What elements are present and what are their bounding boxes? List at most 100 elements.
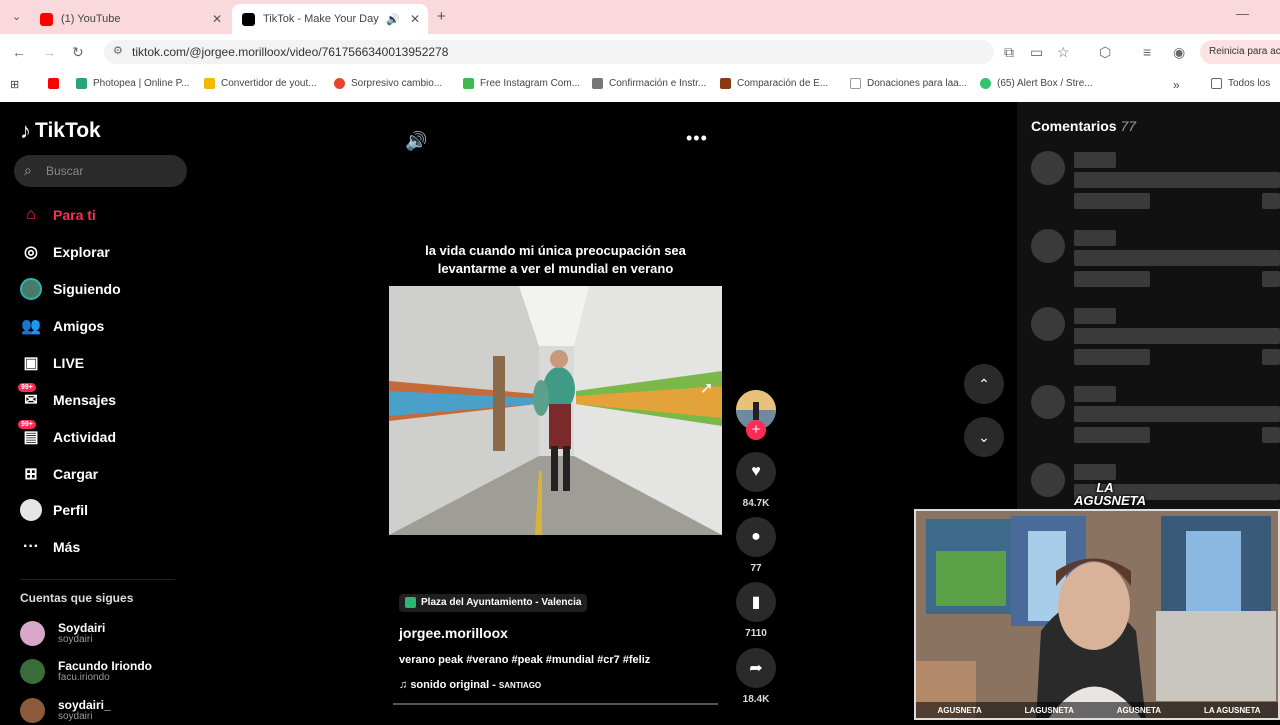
- profile-icon[interactable]: ◉: [1173, 44, 1185, 61]
- search-placeholder: Buscar: [46, 164, 84, 178]
- nav-mensajes[interactable]: ✉ 99+ Mensajes: [18, 383, 200, 413]
- bookmark-item[interactable]: Donaciones para laa...: [850, 78, 967, 89]
- more-options-icon[interactable]: •••: [686, 128, 708, 149]
- comment-skeleton-line: [1074, 464, 1116, 480]
- comment-skeleton-line: [1074, 152, 1116, 168]
- all-bookmarks[interactable]: Todos los: [1211, 78, 1270, 89]
- media-icon[interactable]: ≡: [1143, 44, 1151, 60]
- streamer-brand-logo: LA AGUSNETA: [1074, 480, 1146, 508]
- more-icon: ···: [23, 538, 39, 555]
- nav-label: Siguiendo: [53, 281, 121, 297]
- comment-skeleton-avatar: [1031, 151, 1065, 185]
- volume-icon[interactable]: 🔊: [405, 131, 427, 152]
- more-bookmarks-icon[interactable]: »: [1173, 78, 1180, 92]
- cast-icon[interactable]: ▭: [1030, 44, 1043, 61]
- like-button[interactable]: ♥: [736, 452, 776, 492]
- video-player[interactable]: [389, 286, 722, 535]
- friends-icon: 👥: [21, 318, 41, 335]
- star-icon[interactable]: ☆: [1057, 44, 1070, 61]
- video-frame: [389, 286, 722, 535]
- site-info-icon[interactable]: ⚙: [113, 44, 123, 57]
- followed-account[interactable]: Soydairi soydairi: [20, 618, 105, 648]
- share-button[interactable]: ➦: [736, 648, 776, 688]
- bookmark-item[interactable]: Confirmación e Instr...: [592, 78, 706, 89]
- video-author[interactable]: jorgee.morilloox: [399, 625, 508, 641]
- tab-search-icon[interactable]: ⌄: [12, 10, 21, 23]
- nav-label: Explorar: [53, 244, 110, 260]
- site-icon: [720, 78, 731, 89]
- nav-label: Cargar: [53, 466, 99, 482]
- social-handles-bar: AGUSNETA LAGUSNETA AGUSNETA LA AGUSNETA: [916, 702, 1278, 718]
- avatar: [20, 620, 45, 646]
- new-tab-button[interactable]: +: [437, 8, 446, 25]
- tab-tiktok[interactable]: TikTok - Make Your Day 🔊 ✕: [232, 4, 428, 34]
- reload-icon[interactable]: ↻: [72, 44, 84, 61]
- restart-button[interactable]: Reinicia para act: [1200, 40, 1280, 64]
- url-field[interactable]: ⚙ tiktok.com/@jorgee.morilloox/video/761…: [104, 40, 994, 64]
- tab-title: TikTok - Make Your Day: [263, 13, 379, 25]
- comment-skeleton-line: [1074, 406, 1280, 422]
- apps-icon[interactable]: ⊞: [10, 78, 19, 91]
- followed-account[interactable]: Facundo Iriondo facu.iriondo: [20, 656, 152, 686]
- back-icon[interactable]: ←: [12, 44, 26, 60]
- save-button[interactable]: ▮: [736, 582, 776, 622]
- tiktok-logo[interactable]: ♪ TikTok: [20, 118, 101, 144]
- bookmark-item[interactable]: Photopea | Online P...: [76, 78, 189, 89]
- nav-amigos[interactable]: 👥 Amigos: [20, 313, 200, 339]
- followed-account[interactable]: soydairi_ soydairi: [20, 695, 111, 725]
- nav-mas[interactable]: ··· Más: [20, 534, 200, 560]
- upload-icon: ⊞: [24, 466, 38, 483]
- notification-badge: 99+: [18, 383, 36, 392]
- mouse-cursor-icon: ➚: [700, 380, 714, 397]
- bookmark-label: Photopea | Online P...: [93, 78, 190, 89]
- nav-para-ti[interactable]: ⌂ Para ti: [20, 202, 200, 228]
- tab-title: (1) YouTube: [61, 13, 121, 25]
- follow-plus-button[interactable]: +: [746, 420, 766, 440]
- location-icon: [405, 597, 416, 608]
- comment-skeleton-line: [1074, 193, 1150, 209]
- nav-actividad[interactable]: ▤ 99+ Actividad: [18, 420, 200, 450]
- compass-icon: ◎: [24, 244, 38, 261]
- comment-skeleton-avatar: [1031, 463, 1065, 497]
- streamlabs-icon: [980, 78, 991, 89]
- close-icon[interactable]: ✕: [212, 12, 222, 26]
- forward-icon[interactable]: →: [42, 44, 56, 60]
- audio-playing-icon[interactable]: 🔊: [386, 13, 400, 26]
- video-progress-bar[interactable]: [393, 703, 718, 705]
- comment-skeleton-line: [1262, 271, 1280, 287]
- close-icon[interactable]: ✕: [410, 12, 420, 26]
- sound-link[interactable]: ♫ sonido original - SANTIAGO: [399, 679, 541, 691]
- comment-skeleton-avatar: [1031, 307, 1065, 341]
- location-tag[interactable]: Plaza del Ayuntamiento - Valencia: [399, 594, 588, 612]
- account-name: Soydairi: [58, 620, 106, 635]
- nav-cargar[interactable]: ⊞ Cargar: [20, 461, 200, 487]
- nav-live[interactable]: ▣ LIVE: [20, 350, 200, 376]
- bookmark-item[interactable]: (65) Alert Box / Stre...: [980, 78, 1093, 89]
- tab-youtube[interactable]: (1) YouTube ✕: [30, 4, 230, 34]
- following-accounts-title: Cuentas que sigues: [20, 591, 134, 605]
- search-input[interactable]: ⌕ Buscar: [14, 155, 187, 187]
- minimize-button[interactable]: —: [1236, 6, 1249, 21]
- nav-siguiendo[interactable]: Siguiendo: [20, 276, 200, 302]
- comment-button[interactable]: ●: [736, 517, 776, 557]
- bookmark-item[interactable]: Comparación de E...: [720, 78, 828, 89]
- share-icon: ➦: [749, 660, 763, 677]
- previous-video-button[interactable]: ⌃: [964, 364, 1004, 404]
- nav-perfil[interactable]: Perfil: [20, 497, 200, 523]
- comment-skeleton-line: [1262, 193, 1280, 209]
- account-name: soydairi_: [58, 697, 111, 712]
- bookmark-item[interactable]: Convertidor de yout...: [204, 78, 317, 89]
- notification-badge: 99+: [18, 420, 36, 429]
- next-video-button[interactable]: ⌄: [964, 417, 1004, 457]
- bookmark-item[interactable]: Sorpresivo cambio...: [334, 78, 442, 89]
- webcam-frame: [916, 511, 1278, 718]
- nav-label: Actividad: [53, 429, 117, 445]
- bookmark-label: Comparación de E...: [737, 78, 829, 89]
- following-avatar-icon: [20, 278, 42, 300]
- browser-tab-bar: ⌄ (1) YouTube ✕ TikTok - Make Your Day 🔊…: [0, 0, 1280, 34]
- bookmark-youtube[interactable]: [48, 78, 65, 89]
- nav-explorar[interactable]: ◎ Explorar: [20, 239, 200, 265]
- translate-icon[interactable]: ⧉: [1004, 44, 1014, 61]
- bookmark-item[interactable]: Free Instagram Com...: [463, 78, 580, 89]
- extensions-icon[interactable]: ⬡: [1099, 44, 1111, 61]
